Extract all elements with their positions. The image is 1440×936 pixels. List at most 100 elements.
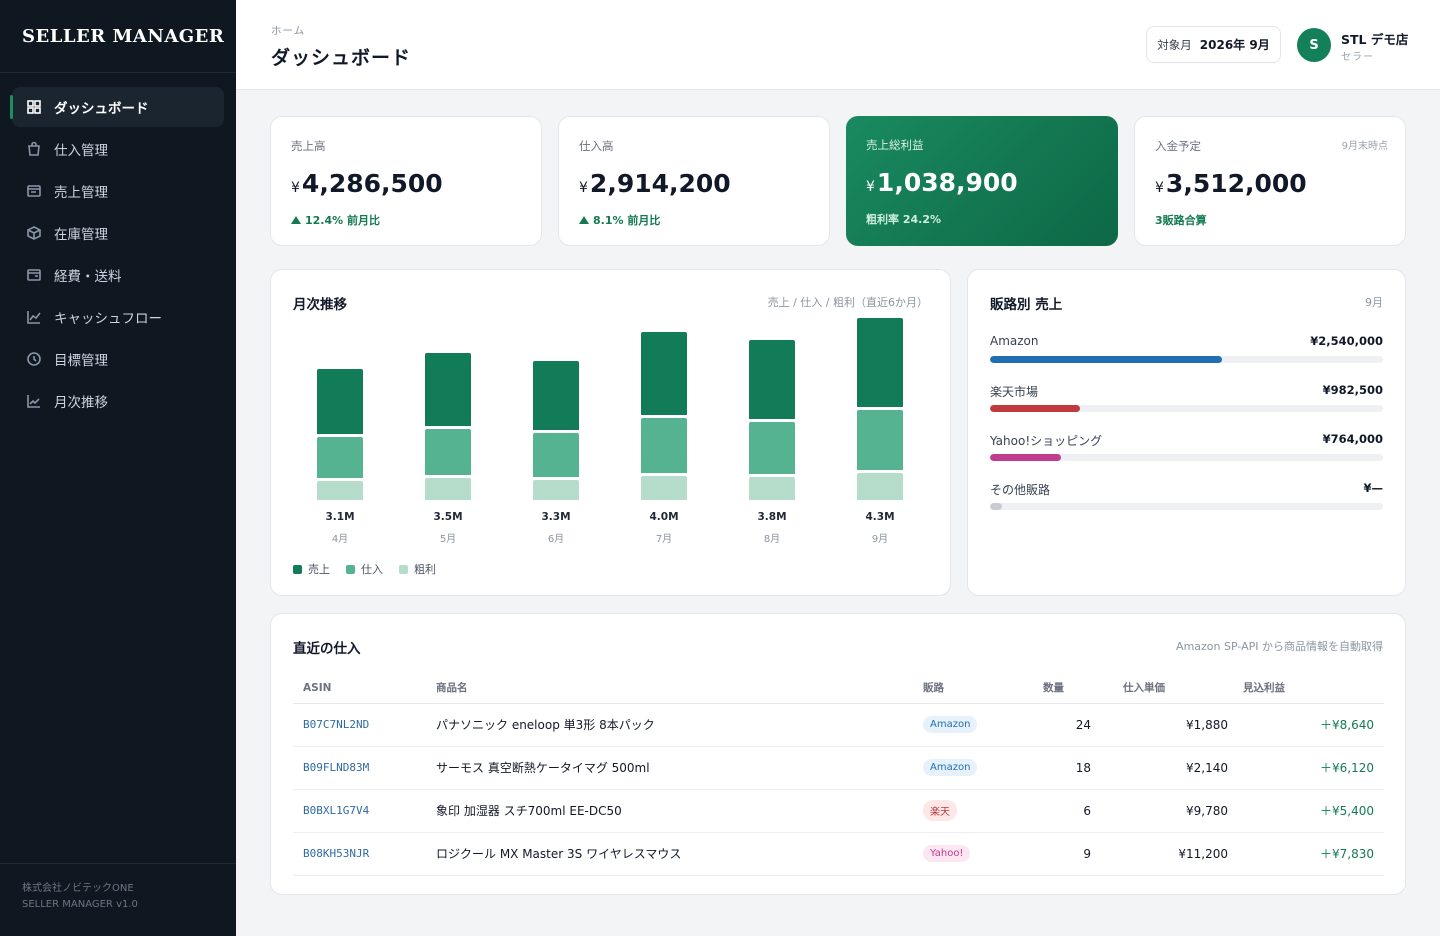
asin-cell[interactable]: B0BXL1G7V4 [293, 789, 436, 833]
bar-segment-粗利[interactable] [749, 477, 795, 500]
x-tick-label: 4月 [331, 534, 349, 545]
x-tick-label: 7月 [655, 534, 673, 545]
profit-cell: ＋¥7,830 [1243, 832, 1384, 876]
page-title: ダッシュボード [271, 47, 412, 69]
column-header-unit-price[interactable]: 仕入単価 [1123, 673, 1243, 704]
sidebar-item-2[interactable]: 仕入管理 [12, 129, 224, 169]
section-title: 直近の仕入 [293, 641, 361, 657]
sidebar-item-1[interactable]: ダッシュボード [10, 87, 224, 127]
channel-bar-track [990, 356, 1383, 363]
kpi-card-purchases: 仕入高 ¥2,914,200 8.1% 前月比 [558, 116, 830, 246]
month-selector[interactable]: 対象月 2026年 9月 [1146, 26, 1281, 63]
channel-value: ¥2,540,000 [1310, 334, 1383, 348]
bar-segment-粗利[interactable] [857, 473, 903, 500]
sidebar-item-label: 経費・送料 [54, 269, 122, 285]
bar-segment-仕入[interactable] [425, 428, 471, 476]
channel-bar-track [990, 503, 1383, 510]
bar-segment-粗利[interactable] [641, 475, 687, 500]
breadcrumb[interactable]: ホーム [271, 23, 305, 38]
bar-data-label: 4.0M [649, 511, 679, 523]
channel-cell: 楽天 [923, 789, 1043, 833]
bar-segment-粗利[interactable] [425, 478, 471, 500]
channel-row: その他販路 ¥— [990, 481, 1383, 511]
column-header-profit[interactable]: 見込利益 [1243, 673, 1384, 704]
channel-name: Yahoo!ショッピング [990, 434, 1103, 448]
month-label: 対象月 [1157, 37, 1192, 52]
kpi-card-gross-profit: 売上総利益 ¥1,038,900 粗利率 24.2% [846, 116, 1118, 246]
profit-cell: ＋¥6,120 [1243, 746, 1384, 790]
channel-value: ¥982,500 [1322, 383, 1383, 397]
channel-bar-fill [990, 356, 1222, 363]
legend-item: 売上 [293, 561, 330, 577]
sidebar-item-3[interactable]: 売上管理 [12, 171, 224, 211]
channel-badge: Yahoo! [923, 845, 971, 862]
legend-item: 粗利 [399, 561, 436, 577]
bar-segment-粗利[interactable] [317, 481, 363, 500]
bar-segment-売上[interactable] [425, 352, 471, 426]
table-row[interactable]: B09FLND83M サーモス 真空断熱ケータイマグ 500ml Amazon 18 ¥… [293, 746, 1384, 790]
unit-price-cell: ¥1,880 [1123, 703, 1243, 747]
channel-cell: Yahoo! [923, 832, 1043, 876]
page-header: ホーム ダッシュボード 対象月 2026年 9月 S STL デモ店 セラー [236, 0, 1440, 90]
bar-segment-売上[interactable] [641, 331, 687, 416]
company-name: 株式会社ノビテックONE [22, 883, 134, 894]
bar-segment-粗利[interactable] [533, 479, 579, 500]
bar-segment-売上[interactable] [749, 339, 795, 420]
avatar[interactable]: S [1297, 28, 1331, 62]
user-name: STL デモ店 [1341, 32, 1409, 47]
clock-icon [26, 351, 42, 367]
channel-row: 楽天市場 ¥982,500 [990, 383, 1383, 413]
kpi-label: 売上高 [291, 139, 326, 153]
table-row[interactable]: B07C7NL2ND パナソニック eneloop 単3形 8本パック Amazon… [293, 703, 1384, 747]
bar-data-label: 3.5M [433, 511, 463, 523]
up-arrow-icon [579, 216, 589, 224]
bar-segment-仕入[interactable] [749, 422, 795, 475]
legend-label: 売上 [308, 563, 330, 576]
asin-cell[interactable]: B09FLND83M [293, 746, 436, 790]
kpi-value: ¥3,512,000 [1155, 169, 1307, 198]
yen-symbol: ¥ [579, 180, 588, 196]
bar-segment-売上[interactable] [857, 317, 903, 408]
channel-name: その他販路 [990, 483, 1051, 497]
shopping-bag-icon [26, 141, 42, 157]
column-header-product[interactable]: 商品名 [436, 673, 923, 704]
sidebar-item-6[interactable]: キャッシュフロー [12, 297, 224, 337]
bar-segment-仕入[interactable] [857, 410, 903, 470]
sidebar-item-7[interactable]: 目標管理 [12, 339, 224, 379]
kpi-delta: 8.1% 前月比 [579, 212, 660, 228]
bar-segment-仕入[interactable] [641, 418, 687, 473]
sidebar: SELLER MANAGER ダッシュボード 仕入管理売上管理在庫管理経費・送料キ… [0, 0, 236, 936]
kpi-value: ¥4,286,500 [291, 169, 443, 198]
kpi-amount: 1,038,900 [876, 168, 1018, 197]
trend-icon [26, 393, 42, 409]
kpi-card-expected-deposit: 入金予定 9月末時点 ¥3,512,000 3販路合算 [1134, 116, 1406, 246]
table-row[interactable]: B08KH53NJR ロジクール MX Master 3S ワイヤレスマウス Yah… [293, 832, 1384, 876]
brand[interactable]: SELLER MANAGER [0, 0, 236, 73]
column-header-qty[interactable]: 数量 [1043, 673, 1123, 704]
sidebar-item-5[interactable]: 経費・送料 [12, 255, 224, 295]
profit-cell: ＋¥5,400 [1243, 789, 1384, 833]
bar-segment-売上[interactable] [317, 368, 363, 434]
dashboard-icon [26, 99, 42, 115]
kpi-delta: 12.4% 前月比 [291, 212, 380, 228]
wallet-icon [26, 267, 42, 283]
sidebar-item-label: 売上管理 [54, 185, 108, 201]
asin-cell[interactable]: B08KH53NJR [293, 832, 436, 876]
sidebar-item-8[interactable]: 月次推移 [12, 381, 224, 421]
legend-label: 仕入 [361, 563, 383, 576]
bar-segment-仕入[interactable] [533, 432, 579, 477]
table-row[interactable]: B0BXL1G7V4 象印 加湿器 スチ700ml EE-DC50 楽天 6 ¥9,78… [293, 789, 1384, 833]
column-header-channel[interactable]: 販路 [923, 673, 1043, 704]
bar-data-label: 3.1M [325, 511, 355, 523]
kpi-value: ¥1,038,900 [866, 168, 1018, 197]
legend-swatch [399, 565, 408, 574]
table-header-row: ASIN 商品名 販路 数量 仕入単価 見込利益 [293, 673, 1384, 704]
bar-segment-売上[interactable] [533, 360, 579, 430]
sidebar-item-4[interactable]: 在庫管理 [12, 213, 224, 253]
bar-segment-仕入[interactable] [317, 436, 363, 479]
kpi-amount: 2,914,200 [589, 169, 731, 198]
channel-bar-track [990, 454, 1383, 461]
asin-cell[interactable]: B07C7NL2ND [293, 703, 436, 747]
column-header-asin[interactable]: ASIN [293, 673, 436, 704]
qty-cell: 24 [1043, 703, 1123, 747]
